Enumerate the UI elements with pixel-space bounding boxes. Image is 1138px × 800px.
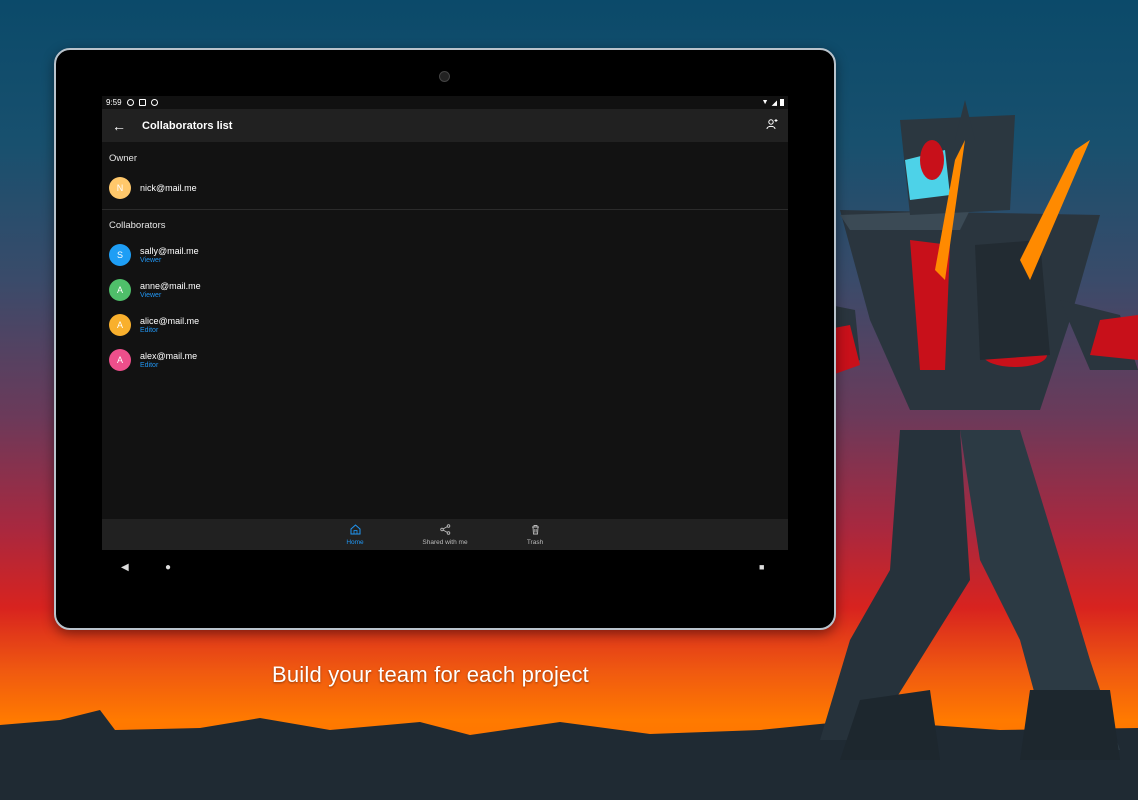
collaborator-email: alex@mail.me <box>140 350 198 361</box>
collaborator-email: alice@mail.me <box>140 315 200 326</box>
avatar: A <box>109 278 131 301</box>
arrow-back-icon[interactable]: ← <box>112 118 142 134</box>
list-item[interactable]: A anne@mail.me Viewer <box>102 272 788 307</box>
collaborator-role[interactable]: Editor <box>140 327 199 334</box>
status-icons: ▼ ◢ <box>762 99 784 107</box>
list-item[interactable]: S sally@mail.me Viewer <box>102 237 788 272</box>
avatar: A <box>109 348 131 371</box>
battery-icon <box>780 99 784 106</box>
avatar: A <box>109 313 131 336</box>
owner-email: nick@mail.me <box>140 182 197 193</box>
back-triangle-icon[interactable]: ◀ <box>121 562 129 573</box>
list-item[interactable]: A alex@mail.me Editor <box>102 342 788 377</box>
collaborator-email: anne@mail.me <box>140 280 201 291</box>
camera-icon <box>439 71 450 82</box>
app-notification-icon <box>150 99 158 106</box>
owner-section-label: Owner <box>109 153 137 164</box>
collaborators-section-label: Collaborators <box>109 220 166 231</box>
section-divider <box>102 209 788 210</box>
signal-icon: ◢ <box>771 99 777 107</box>
nav-shared-label: Shared with me <box>422 538 468 546</box>
avatar: S <box>109 243 131 266</box>
dnd-icon <box>126 99 134 106</box>
avatar-initial: N <box>116 182 124 193</box>
home-circle-icon[interactable]: ● <box>165 562 171 573</box>
collaborator-role[interactable]: Viewer <box>140 257 199 264</box>
notification-icon <box>138 99 146 106</box>
avatar: N <box>109 176 131 199</box>
collaborator-email: sally@mail.me <box>140 245 199 256</box>
nav-trash-label: Trash <box>526 538 544 546</box>
collaborator-role[interactable]: Editor <box>140 362 197 369</box>
person-add-icon[interactable] <box>766 118 778 133</box>
caption-text: Build your team for each project <box>272 662 589 687</box>
nav-trash[interactable]: Trash <box>490 519 580 550</box>
list-item[interactable]: A alice@mail.me Editor <box>102 307 788 342</box>
avatar-initial: A <box>116 319 123 330</box>
nav-shared[interactable]: Shared with me <box>400 519 490 550</box>
app-screen: 9:59 ▼ ◢ ← Collaborators list Owner N ni… <box>102 96 788 550</box>
nav-home[interactable]: Home <box>310 519 400 550</box>
status-time: 9:59 <box>106 98 122 107</box>
nav-home-label: Home <box>346 538 364 546</box>
trash-icon <box>530 524 541 538</box>
home-icon <box>350 523 361 538</box>
bottom-navigation: Home Shared with me Trash <box>102 519 788 550</box>
status-bar: 9:59 ▼ ◢ <box>102 96 788 109</box>
recents-square-icon[interactable]: ■ <box>759 562 764 572</box>
collaborator-role[interactable]: Viewer <box>140 292 201 299</box>
tablet-device: 9:59 ▼ ◢ ← Collaborators list Owner N ni… <box>54 48 836 630</box>
avatar-initial: A <box>116 354 123 365</box>
page-title: Collaborators list <box>142 119 233 132</box>
system-navigation-bar: ◀ ● ■ <box>102 554 788 580</box>
wifi-icon: ▼ <box>761 99 769 106</box>
avatar-initial: A <box>116 284 123 295</box>
share-icon <box>439 523 451 538</box>
avatar-initial: S <box>116 249 123 260</box>
owner-row[interactable]: N nick@mail.me <box>102 170 788 205</box>
app-bar: ← Collaborators list <box>102 109 788 142</box>
